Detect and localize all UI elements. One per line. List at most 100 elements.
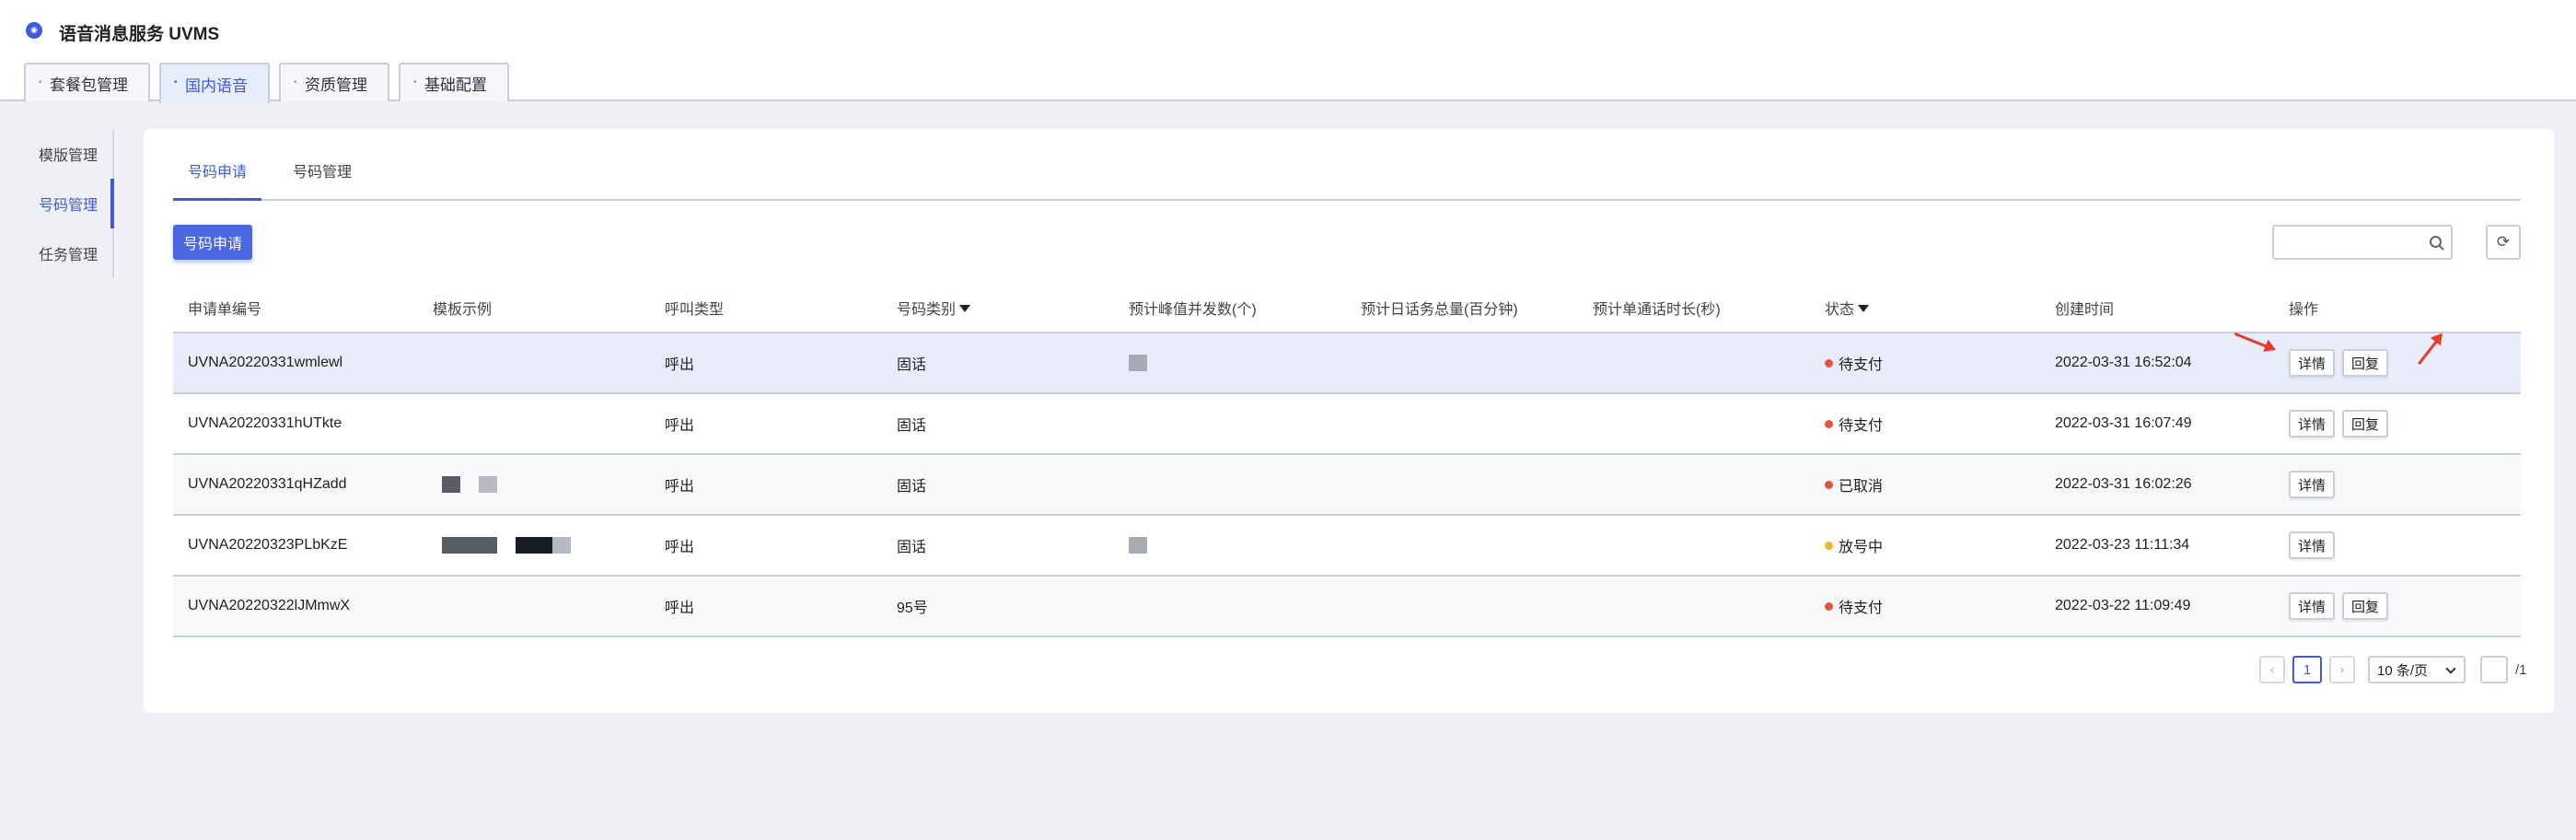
call-duration [1578, 394, 1810, 453]
number-type: 固话 [897, 479, 927, 495]
detail-button[interactable]: 详情 [2289, 349, 2336, 377]
tab-domestic-voice[interactable]: • 国内语音 [159, 63, 270, 103]
call-type: 呼出 [665, 418, 695, 434]
table-row: UVNA20220322lJMmwX 呼出 95号 待支付 2022-03-22… [173, 577, 2521, 637]
status-cell: 待支付 [1810, 394, 2040, 453]
page-size-select[interactable]: 10 条/页 [2368, 656, 2466, 683]
refresh-icon: ⟳ [2496, 233, 2511, 251]
status-cell: 放号中 [1810, 516, 2040, 575]
voice-logo-icon: ◉ [26, 22, 42, 39]
template-example [418, 333, 650, 392]
number-type: 固话 [897, 418, 927, 434]
call-duration [1578, 455, 1810, 514]
tab-package-management[interactable]: • 套餐包管理 [24, 63, 150, 101]
template-example [418, 577, 650, 636]
next-page-button[interactable]: › [2329, 656, 2355, 683]
created-time: 2022-03-31 16:02:26 [2055, 476, 2192, 492]
number-type: 95号 [897, 601, 928, 616]
tab-basic-configuration[interactable]: • 基础配置 [399, 63, 509, 101]
created-time: 2022-03-23 11:11:34 [2055, 537, 2190, 553]
tab-qualification-management[interactable]: • 资质管理 [279, 63, 389, 101]
redacted-mosaic [442, 476, 460, 493]
detail-button[interactable]: 详情 [2289, 592, 2336, 620]
peak-concurrency [1114, 333, 1346, 392]
tab-label: 国内语音 [185, 76, 248, 95]
tab-dot-icon: • [294, 77, 297, 88]
detail-button[interactable]: 详情 [2289, 531, 2336, 559]
created-time: 2022-03-31 16:07:49 [2055, 415, 2192, 431]
daily-traffic [1346, 516, 1578, 575]
filter-icon[interactable] [959, 305, 971, 312]
application-id: UVNA20220331qHZadd [188, 476, 347, 492]
status-text: 待支付 [1839, 418, 1884, 434]
detail-button[interactable]: 详情 [2289, 471, 2336, 498]
sidebar: 模版管理 号码管理 任务管理 [0, 129, 114, 278]
row-actions: 详情 回复 [2274, 394, 2521, 453]
tab-dot-icon: • [174, 77, 178, 88]
daily-traffic [1346, 455, 1578, 514]
template-example [418, 516, 650, 575]
tab-number-application[interactable]: 号码申请 [173, 158, 262, 201]
top-tab-bar: • 套餐包管理 • 国内语音 • 资质管理 • 基础配置 [24, 63, 509, 103]
application-id: UVNA20220331wmlewl [188, 355, 343, 370]
created-time: 2022-03-22 11:09:49 [2055, 598, 2191, 613]
search-field[interactable] [2272, 225, 2453, 260]
column-header-label: 状态 [1825, 302, 1855, 318]
table-row: UVNA20220331hUTkte 呼出 固话 待支付 2022-03-31 … [173, 394, 2521, 455]
status-dot-icon [1825, 358, 1833, 368]
filter-icon[interactable] [1858, 305, 1870, 312]
column-header-status[interactable]: 状态 [1810, 284, 2040, 332]
tab-number-management[interactable]: 号码管理 [278, 158, 366, 201]
detail-button[interactable]: 详情 [2289, 410, 2336, 438]
call-type: 呼出 [665, 479, 695, 495]
redacted-mosaic [442, 537, 497, 554]
application-id: UVNA20220322lJMmwX [188, 598, 351, 613]
peak-concurrency [1114, 577, 1346, 636]
application-table: 申请单编号 模板示例 呼叫类型 号码类别 预计峰值并发数(个) 预计日话务总量(… [173, 284, 2521, 637]
status-text: 已取消 [1839, 479, 1884, 495]
call-type: 呼出 [665, 601, 695, 616]
table-row: UVNA20220323PLbKzE 呼出 固话 放号中 2022-03-23 … [173, 516, 2521, 577]
refresh-button[interactable]: ⟳ [2486, 225, 2521, 260]
status-cell: 待支付 [1810, 577, 2040, 636]
app-title: 语音消息服务 UVMS [59, 25, 220, 44]
reply-button[interactable]: 回复 [2342, 592, 2389, 620]
page-total: /1 [2515, 661, 2527, 678]
created-time: 2022-03-31 16:52:04 [2055, 355, 2192, 370]
app-header: ◉ 语音消息服务 UVMS • 套餐包管理 • 国内语音 • 资质管理 • 基础配置 [0, 0, 2576, 103]
column-header-number-type[interactable]: 号码类别 [882, 284, 1114, 332]
daily-traffic [1346, 333, 1578, 392]
pagination: ‹ 1 › 10 条/页 /1 [2259, 656, 2527, 683]
column-header: 模板示例 [433, 302, 493, 318]
column-header: 操作 [2289, 302, 2319, 318]
call-duration [1578, 577, 1810, 636]
row-actions: 详情 回复 [2274, 577, 2521, 636]
row-actions: 详情 回复 [2274, 333, 2521, 392]
search-input[interactable] [2274, 227, 2421, 258]
chevron-left-icon: ‹ [2269, 661, 2275, 678]
number-type: 固话 [897, 540, 927, 555]
status-dot-icon [1825, 601, 1833, 611]
table-row: UVNA20220331wmlewl 呼出 固话 待支付 2022-03-31 … [173, 333, 2521, 394]
prev-page-button[interactable]: ‹ [2259, 656, 2285, 683]
tab-dot-icon: • [39, 77, 42, 88]
page-jump-input[interactable] [2480, 656, 2508, 683]
daily-traffic [1346, 394, 1578, 453]
row-actions: 详情 [2274, 455, 2521, 514]
number-apply-button[interactable]: 号码申请 [173, 225, 252, 260]
main-card: 号码申请 号码管理 号码申请 ⟳ 申请单编号 模板示例 呼叫类型 号码类别 预计… [144, 129, 2554, 713]
application-id: UVNA20220331hUTkte [188, 415, 342, 431]
reply-button[interactable]: 回复 [2342, 410, 2389, 438]
column-header: 预计峰值并发数(个) [1129, 302, 1257, 318]
sidebar-item-number-management[interactable]: 号码管理 [0, 179, 114, 228]
reply-button[interactable]: 回复 [2342, 349, 2389, 377]
sidebar-item-template-management[interactable]: 模版管理 [0, 129, 114, 179]
sidebar-item-task-management[interactable]: 任务管理 [0, 228, 114, 278]
search-icon[interactable] [2430, 236, 2442, 248]
column-header: 呼叫类型 [665, 302, 725, 318]
page-number-button[interactable]: 1 [2292, 656, 2322, 683]
status-dot-icon [1825, 419, 1833, 428]
chevron-right-icon: › [2339, 661, 2345, 678]
column-header: 预计日话务总量(百分钟) [1361, 302, 1518, 318]
column-header: 预计单通话时长(秒) [1593, 302, 1721, 318]
